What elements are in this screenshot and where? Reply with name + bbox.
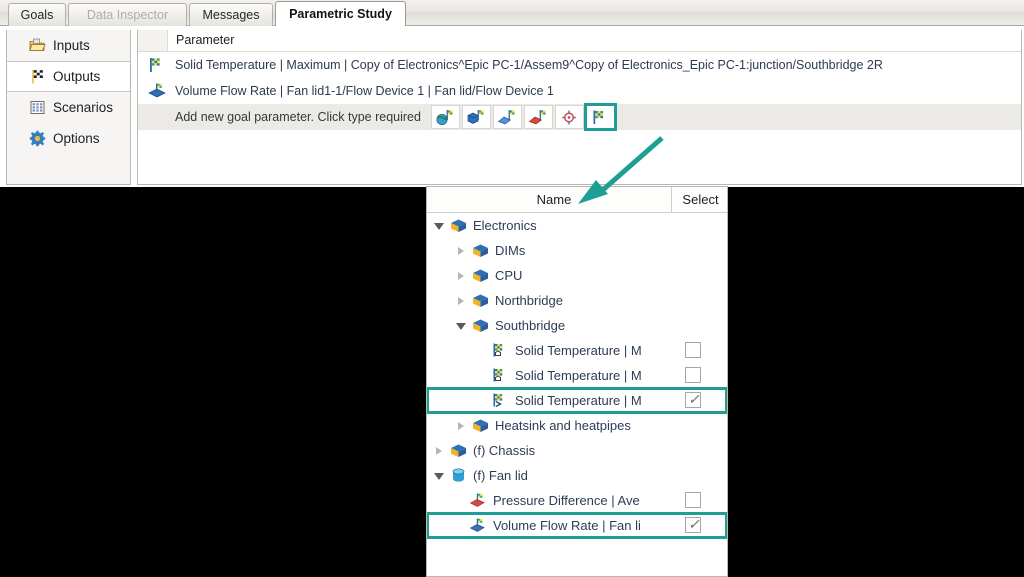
- goal-flag-house-icon: [491, 367, 510, 384]
- select-checkbox[interactable]: [685, 492, 701, 508]
- tree-item-label: CPU: [495, 268, 523, 283]
- tree-item-label: (f) Chassis: [473, 443, 536, 458]
- tree-item-cpu[interactable]: CPU: [427, 263, 727, 288]
- sidebar-item-inputs-label: Inputs: [53, 38, 90, 53]
- assembly-box-icon: [471, 317, 490, 334]
- select-checkbox-checked[interactable]: ✓: [685, 516, 701, 533]
- table-row[interactable]: Solid Temperature | Maximum | Copy of El…: [138, 52, 1021, 77]
- select-checkbox[interactable]: [685, 342, 701, 358]
- tab-messages[interactable]: Messages: [189, 3, 273, 26]
- goal-flag-arrow-icon: [491, 392, 510, 409]
- tab-parametric-study-label: Parametric Study: [289, 7, 392, 21]
- chevron-down-icon[interactable]: [433, 219, 447, 233]
- tab-parametric-study[interactable]: Parametric Study: [275, 1, 406, 26]
- tree-item-label: Electronics: [473, 218, 537, 233]
- crosshair-goal-button[interactable]: [554, 105, 584, 129]
- assembly-box-icon: [471, 267, 490, 284]
- tree-item-goal-selected[interactable]: Volume Flow Rate | Fan li ✓: [427, 512, 727, 539]
- chevron-down-icon[interactable]: [455, 319, 469, 333]
- tab-goals[interactable]: Goals: [8, 3, 66, 26]
- chevron-down-icon[interactable]: [433, 469, 447, 483]
- tree-item-southbridge[interactable]: Southbridge: [427, 313, 727, 338]
- goal-flag-house-icon: [491, 342, 510, 359]
- add-goal-button-group: [430, 103, 617, 131]
- surface-goal-button[interactable]: [492, 105, 522, 129]
- tree-item-label: Pressure Difference | Ave: [493, 493, 640, 508]
- parametric-study-window: Goals Data Inspector Messages Parametric…: [0, 0, 1024, 187]
- tree-item-chassis[interactable]: (f) Chassis: [427, 438, 727, 463]
- tab-messages-label: Messages: [202, 8, 260, 22]
- add-goal-row: Add new goal parameter. Click type requi…: [138, 103, 1021, 131]
- flow-goal-blue-icon: [469, 517, 488, 534]
- tab-goals-label: Goals: [20, 8, 54, 22]
- tree-item-northbridge[interactable]: Northbridge: [427, 288, 727, 313]
- chevron-right-icon[interactable]: [455, 419, 469, 433]
- assembly-box-icon: [471, 292, 490, 309]
- column-header-name: Name: [437, 187, 672, 212]
- volume-goal-button[interactable]: [461, 105, 491, 129]
- folder-open-icon: [29, 37, 46, 54]
- flow-goal-red-icon: [469, 492, 488, 509]
- tree-header-row: Name Select: [427, 187, 727, 213]
- add-goal-hint: Add new goal parameter. Click type requi…: [175, 110, 421, 124]
- column-header-parameter: Parameter: [176, 33, 235, 47]
- existing-goal-button[interactable]: [583, 103, 617, 131]
- chevron-right-icon[interactable]: [455, 294, 469, 308]
- goal-selection-tree-panel: Name Select Electronics DIMs CPU Northbr…: [426, 186, 728, 577]
- column-header-select: Select: [682, 192, 719, 207]
- global-goal-button[interactable]: [430, 105, 460, 129]
- sidebar-item-inputs[interactable]: Inputs: [7, 30, 130, 61]
- tree-item-label: DIMs: [495, 243, 526, 258]
- tab-strip: Goals Data Inspector Messages Parametric…: [0, 0, 1024, 26]
- assembly-box-icon: [471, 417, 490, 434]
- tree-item-label: Solid Temperature | M: [515, 393, 642, 408]
- tree-item-goal[interactable]: Pressure Difference | Ave: [427, 488, 727, 513]
- tree-item-goal[interactable]: Solid Temperature | M: [427, 363, 727, 388]
- grid-header-row: Parameter: [138, 30, 1021, 52]
- tab-data-inspector[interactable]: Data Inspector: [68, 3, 187, 26]
- select-checkbox-checked[interactable]: ✓: [685, 391, 701, 408]
- gear-icon: [29, 130, 46, 147]
- tree-body: Electronics DIMs CPU Northbridge Southbr…: [427, 213, 727, 576]
- tree-item-label: (f) Fan lid: [473, 468, 528, 483]
- cylinder-icon: [449, 467, 468, 484]
- point-goal-button[interactable]: [523, 105, 553, 129]
- tab-data-inspector-label: Data Inspector: [86, 8, 169, 22]
- chevron-right-icon[interactable]: [455, 244, 469, 258]
- tree-item-label: Heatsink and heatpipes: [495, 418, 631, 433]
- chevron-right-icon[interactable]: [433, 444, 447, 458]
- tree-item-electronics[interactable]: Electronics: [427, 213, 727, 238]
- sidebar: Inputs Outputs Scenarios Options: [6, 30, 131, 185]
- tree-item-label: Volume Flow Rate | Fan li: [493, 518, 641, 533]
- checkered-flag-icon: [29, 68, 46, 85]
- sidebar-item-options-label: Options: [53, 131, 100, 146]
- tree-item-dims[interactable]: DIMs: [427, 238, 727, 263]
- parameter-row-text: Solid Temperature | Maximum | Copy of El…: [175, 57, 883, 72]
- sidebar-item-outputs-label: Outputs: [53, 69, 101, 84]
- tree-item-heatsink-and-heatpipes[interactable]: Heatsink and heatpipes: [427, 413, 727, 438]
- sidebar-item-scenarios-label: Scenarios: [53, 100, 114, 115]
- tree-item-goal-selected[interactable]: Solid Temperature | M ✓: [427, 387, 727, 414]
- assembly-box-icon: [449, 442, 468, 459]
- grid-header-gutter: [138, 30, 168, 51]
- flow-goal-icon: [147, 82, 167, 100]
- select-checkbox[interactable]: [685, 367, 701, 383]
- assembly-box-icon: [449, 217, 468, 234]
- grid-table-icon: [29, 99, 46, 116]
- assembly-box-icon: [471, 242, 490, 259]
- chevron-right-icon[interactable]: [455, 269, 469, 283]
- tree-item-label: Solid Temperature | M: [515, 343, 642, 358]
- sidebar-item-scenarios[interactable]: Scenarios: [7, 92, 130, 123]
- parameter-grid: Parameter Solid Temperature | Maximum | …: [137, 30, 1022, 185]
- goal-flag-icon: [147, 56, 167, 74]
- tree-item-fan-lid[interactable]: (f) Fan lid: [427, 463, 727, 488]
- parameter-row-text: Volume Flow Rate | Fan lid1-1/Flow Devic…: [175, 83, 554, 98]
- table-row[interactable]: Volume Flow Rate | Fan lid1-1/Flow Devic…: [138, 78, 1021, 103]
- tree-item-label: Solid Temperature | M: [515, 368, 642, 383]
- tree-item-label: Northbridge: [495, 293, 563, 308]
- tree-item-label: Southbridge: [495, 318, 566, 333]
- sidebar-item-options[interactable]: Options: [7, 123, 130, 154]
- sidebar-item-outputs[interactable]: Outputs: [7, 61, 130, 92]
- tree-item-goal[interactable]: Solid Temperature | M: [427, 338, 727, 363]
